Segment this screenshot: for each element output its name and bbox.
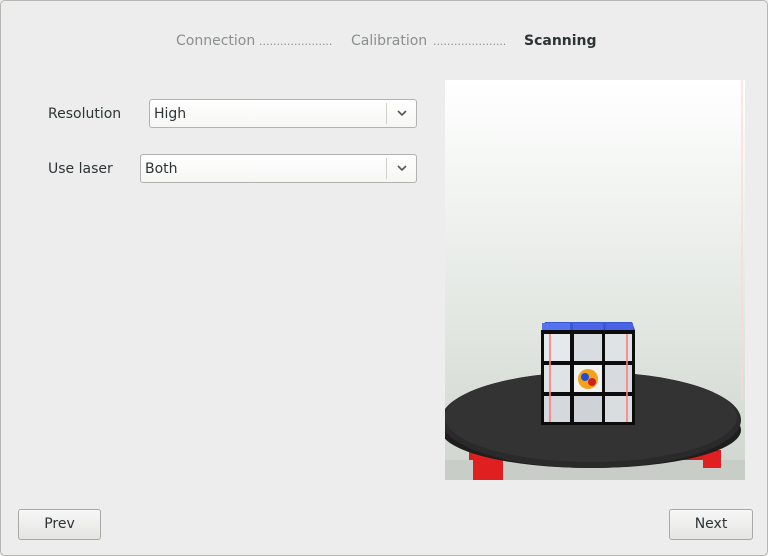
laser-label: Use laser <box>48 161 113 177</box>
chevron-down-icon <box>397 110 407 117</box>
laser-value: Both <box>145 161 178 177</box>
resolution-combobox[interactable]: High <box>149 99 417 128</box>
scanner-wizard-window: Connection ..................... Calibra… <box>0 0 768 556</box>
combo-separator <box>386 103 387 124</box>
combo-separator <box>386 158 387 179</box>
step-scanning[interactable]: Scanning <box>524 32 597 50</box>
chevron-down-icon <box>397 165 407 172</box>
step-connection[interactable]: Connection <box>176 32 255 50</box>
camera-preview <box>445 80 745 480</box>
step-calibration[interactable]: Calibration <box>351 32 427 50</box>
rubiks-cube-on-turntable-image <box>445 80 745 480</box>
wizard-steps: Connection ..................... Calibra… <box>1 32 767 52</box>
next-button[interactable]: Next <box>669 509 753 540</box>
step-separator: ..................... <box>259 35 333 48</box>
laser-combobox[interactable]: Both <box>140 154 417 183</box>
step-separator: ..................... <box>433 35 507 48</box>
prev-button[interactable]: Prev <box>18 509 101 540</box>
resolution-label: Resolution <box>48 106 122 122</box>
resolution-value: High <box>154 106 187 122</box>
